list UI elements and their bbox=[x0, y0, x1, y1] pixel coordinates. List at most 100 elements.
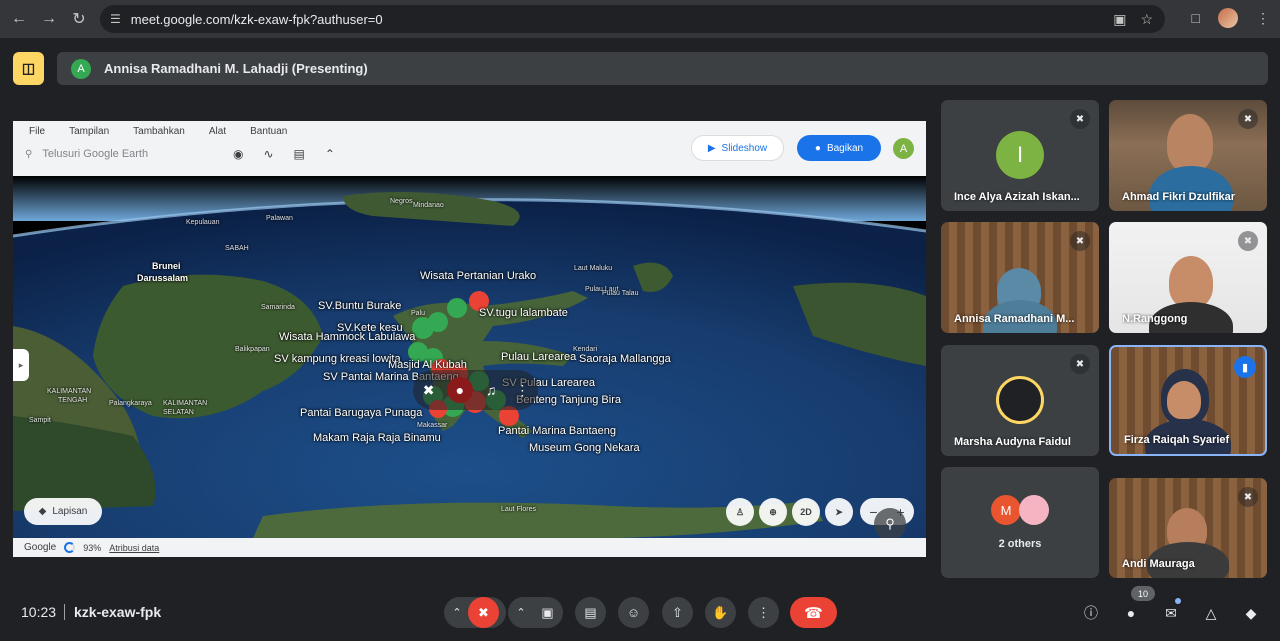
reload-icon[interactable]: ↻ bbox=[68, 8, 90, 30]
map-label-laut-flores: Laut Flores bbox=[501, 506, 537, 513]
view-2d-button[interactable]: 2D bbox=[792, 498, 820, 526]
participant-video bbox=[1167, 114, 1213, 172]
map-label-kampung-kreasi: SV kampung kreasi lowita bbox=[274, 353, 401, 365]
stop-presenting-icon[interactable]: ◫ bbox=[13, 52, 44, 85]
map-label-palu: Palu bbox=[411, 310, 426, 317]
map-label-balikpapan: Balikpapan bbox=[235, 346, 270, 353]
menu-add[interactable]: Tambahkan bbox=[133, 126, 185, 137]
forward-icon[interactable]: → bbox=[38, 8, 60, 30]
participant-video bbox=[1169, 256, 1213, 308]
earth-globe-view[interactable]: Kepulauan Palawan SABAH Negros Mindanao … bbox=[13, 176, 926, 538]
camera-button[interactable]: ▣ bbox=[532, 597, 563, 628]
participant-avatar: M bbox=[991, 495, 1021, 525]
map-label-pulau-talau: Pulau Talau bbox=[602, 290, 639, 297]
map-label-negros: Negros bbox=[390, 198, 413, 205]
participant-name: N.Ranggong bbox=[1122, 313, 1188, 325]
participant-tile[interactable]: ✖ Andi Mauraga bbox=[1109, 478, 1267, 578]
map-label-mindanao: Mindanao bbox=[413, 202, 444, 209]
placemark-icon[interactable]: ◉ bbox=[233, 147, 243, 161]
address-bar[interactable]: ☰ meet.google.com/kzk-exaw-fpk?authuser=… bbox=[100, 5, 1165, 33]
people-count-badge: 10 bbox=[1131, 586, 1155, 601]
others-tile[interactable]: M 2 others bbox=[941, 467, 1099, 578]
map-label-pulau-larearea: Pulau Larearea bbox=[501, 351, 577, 363]
chat-icon[interactable]: ✉ bbox=[1161, 603, 1181, 623]
mic-off-icon: ✖ bbox=[1070, 231, 1090, 251]
earth-account-avatar[interactable]: A bbox=[893, 138, 914, 159]
host-controls-icon[interactable]: ◆ bbox=[1241, 603, 1261, 623]
meeting-code: kzk-exaw-fpk bbox=[74, 604, 162, 620]
participant-tile[interactable]: ✖ Ahmad Fikri Dzulfikar bbox=[1109, 100, 1267, 211]
present-screen-button[interactable]: ⇧ bbox=[662, 597, 693, 628]
map-label-kalsel-1: KALIMANTAN bbox=[163, 400, 208, 407]
menu-view[interactable]: Tampilan bbox=[69, 126, 109, 137]
participant-tile[interactable]: ✖ Annisa Ramadhani M... bbox=[941, 222, 1099, 333]
chevron-up-icon[interactable]: ⌃ bbox=[444, 606, 470, 619]
menu-help[interactable]: Bantuan bbox=[250, 126, 287, 137]
mic-off-icon: ✖ bbox=[1070, 354, 1090, 374]
search-placeholder: Telusuri Google Earth bbox=[42, 148, 149, 160]
map-label-barugaya: Pantai Barugaya Punaga bbox=[300, 407, 423, 419]
volume-icon[interactable]: ♫ bbox=[478, 377, 504, 403]
menu-file[interactable]: File bbox=[29, 126, 45, 137]
map-label-saoraja: Saoraja Mallangga bbox=[579, 353, 671, 365]
map-label-brunei: Brunei bbox=[152, 261, 181, 271]
participant-name: Ince Alya Azizah Iskan... bbox=[954, 191, 1080, 203]
expand-panel-icon[interactable]: ▸ bbox=[13, 349, 29, 381]
participant-tile[interactable]: ✖ N.Ranggong bbox=[1109, 222, 1267, 333]
participant-tile[interactable]: I ✖ Ince Alya Azizah Iskan... bbox=[941, 100, 1099, 211]
participant-avatar: I bbox=[996, 131, 1044, 179]
more-options-button[interactable]: ⋮ bbox=[748, 597, 779, 628]
back-icon[interactable]: ← bbox=[8, 8, 30, 30]
leave-call-button[interactable]: ☎ bbox=[790, 597, 837, 628]
compass-icon[interactable]: ➤ bbox=[825, 498, 853, 526]
url-text[interactable]: meet.google.com/kzk-exaw-fpk?authuser=0 bbox=[131, 12, 383, 27]
participant-name: Firza Raiqah Syarief bbox=[1124, 434, 1230, 446]
measure-icon[interactable]: ▤ bbox=[294, 147, 305, 161]
camera-icon[interactable]: ▣ bbox=[1113, 11, 1126, 28]
media-overlay-controls: ✖ ● ♫ ⋮ bbox=[413, 370, 538, 410]
participant-tile-speaking[interactable]: ▮ Firza Raiqah Syarief bbox=[1109, 345, 1267, 456]
mic-off-button[interactable]: ✖ bbox=[468, 597, 499, 628]
people-icon[interactable]: ● bbox=[1121, 603, 1141, 623]
mute-presenter-icon[interactable]: ✖ bbox=[416, 377, 442, 403]
emoji-button[interactable]: ☺ bbox=[618, 597, 649, 628]
slideshow-icon: ▶ bbox=[707, 142, 716, 154]
raise-hand-button[interactable]: ✋ bbox=[705, 597, 736, 628]
magnifier-icon[interactable]: ⚲ bbox=[874, 508, 906, 540]
my-location-icon[interactable]: ⊕ bbox=[759, 498, 787, 526]
extensions-icon[interactable]: □ bbox=[1192, 10, 1200, 26]
activities-icon[interactable]: △ bbox=[1201, 603, 1221, 623]
presenting-text: Annisa Ramadhani M. Lahadji (Presenting) bbox=[104, 61, 368, 76]
map-label-hammock: Wisata Hammock Labulawa bbox=[279, 331, 416, 343]
path-icon[interactable]: ∿ bbox=[263, 147, 273, 161]
share-button[interactable]: ● Bagikan bbox=[797, 135, 881, 161]
map-label-gong-nekara: Museum Gong Nekara bbox=[529, 442, 640, 454]
layers-button[interactable]: ◆ Lapisan bbox=[24, 498, 102, 525]
map-label-darussalam: Darussalam bbox=[137, 273, 189, 283]
map-label-kendari: Kendari bbox=[573, 346, 598, 353]
mic-off-icon: ✖ bbox=[1238, 109, 1258, 129]
collapse-icon[interactable]: ⌃ bbox=[325, 147, 335, 161]
map-label-palawan: Palawan bbox=[266, 215, 293, 222]
map-label-kalteng-1: KALIMANTAN bbox=[47, 388, 92, 395]
captions-button[interactable]: ▤ bbox=[575, 597, 606, 628]
participant-body bbox=[1149, 166, 1233, 211]
earth-tools: ◉ ∿ ▤ ⌃ bbox=[233, 147, 335, 161]
pegman-icon[interactable]: ♙ bbox=[726, 498, 754, 526]
layers-icon: ◆ bbox=[38, 506, 47, 517]
chevron-up-icon[interactable]: ⌃ bbox=[508, 606, 534, 619]
overlay-more-icon[interactable]: ⋮ bbox=[509, 377, 535, 403]
record-icon[interactable]: ● bbox=[446, 377, 473, 403]
data-attribution-link[interactable]: Atribusi data bbox=[109, 543, 159, 553]
site-info-icon[interactable]: ☰ bbox=[110, 12, 121, 26]
map-label-tugu-lalambate: SV.tugu lalambate bbox=[479, 307, 568, 319]
profile-avatar[interactable] bbox=[1218, 8, 1238, 28]
menu-tools[interactable]: Alat bbox=[209, 126, 226, 137]
participant-tile[interactable]: ✖ Marsha Audyna Faidul bbox=[941, 345, 1099, 456]
earth-search-input[interactable]: ⚲ Telusuri Google Earth bbox=[25, 145, 230, 163]
more-icon[interactable]: ⋮ bbox=[1256, 10, 1270, 27]
meeting-info-icon[interactable]: ⓘ bbox=[1081, 603, 1101, 623]
speaking-icon: ▮ bbox=[1234, 356, 1256, 378]
slideshow-button[interactable]: ▶ Slideshow bbox=[691, 135, 784, 161]
star-icon[interactable]: ☆ bbox=[1140, 11, 1153, 28]
